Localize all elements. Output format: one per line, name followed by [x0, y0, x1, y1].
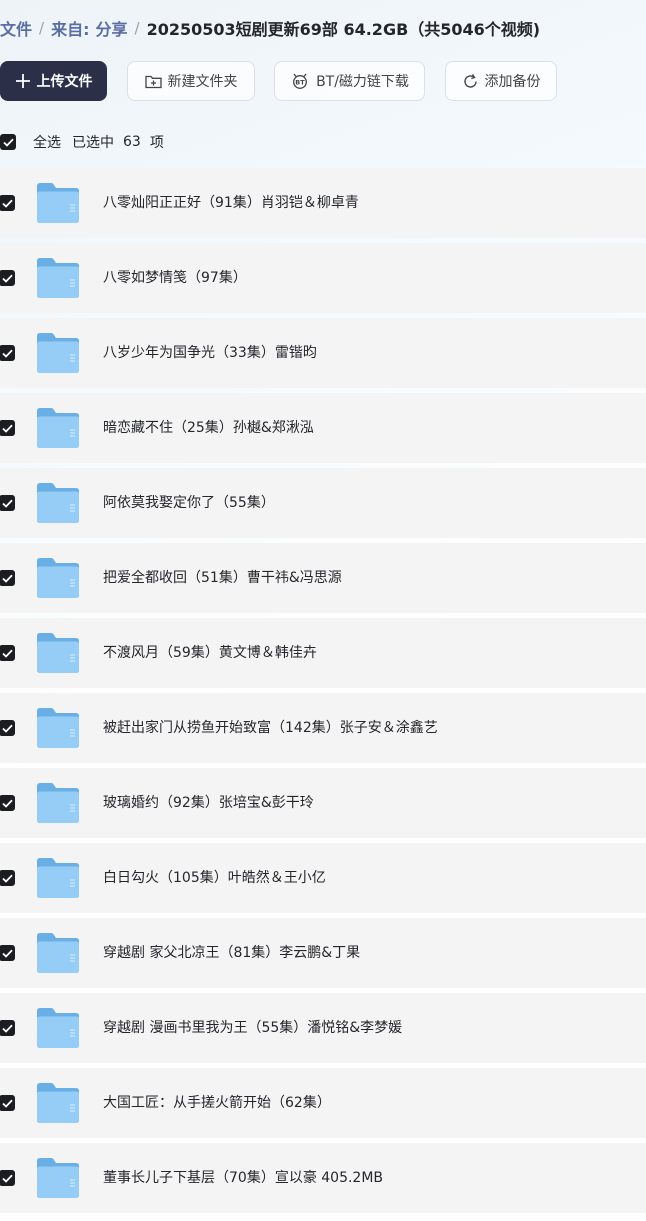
bt-magnet-download-button[interactable]: BT BT/磁力链下载: [274, 61, 425, 101]
file-name: 玻璃婚约（92集）张培宝&彭干玲: [103, 795, 314, 811]
check-icon: [1, 499, 13, 508]
row-checkbox[interactable]: [0, 345, 15, 361]
folder-icon: [37, 183, 79, 223]
row-checkbox[interactable]: [0, 1020, 15, 1036]
bt-icon: BT: [293, 73, 308, 89]
file-row[interactable]: 董事长儿子下基层（70集）宣以豪 405.2MB: [0, 1143, 646, 1213]
row-checkbox[interactable]: [0, 945, 15, 961]
plus-icon: [15, 74, 30, 88]
file-name: 不渡风月（59集）黄文博＆韩佳卉: [103, 645, 317, 661]
check-icon: [1, 799, 13, 808]
file-name: 把爱全都收回（51集）曹干祎&冯思源: [103, 570, 342, 586]
add-backup-button[interactable]: 添加备份: [445, 61, 557, 101]
row-checkbox[interactable]: [0, 570, 15, 586]
check-icon: [1, 274, 13, 283]
file-row[interactable]: 把爱全都收回（51集）曹干祎&冯思源: [0, 543, 646, 613]
check-icon: [1, 349, 13, 358]
breadcrumb-current-folder: 20250503短剧更新69部 64.2GB（共5046个视频): [146, 20, 541, 39]
file-row[interactable]: 八零灿阳正正好（91集）肖羽铠＆柳卓青: [0, 168, 646, 238]
row-checkbox[interactable]: [0, 195, 15, 211]
file-name: 八岁少年为国争光（33集）雷锴昀: [103, 345, 317, 361]
file-row[interactable]: 不渡风月（59集）黄文博＆韩佳卉: [0, 618, 646, 688]
row-checkbox[interactable]: [0, 720, 15, 736]
file-row[interactable]: 八零如梦情笺（97集）: [0, 243, 646, 313]
new-folder-label: 新建文件夹: [167, 74, 238, 90]
folder-icon: [37, 483, 79, 523]
check-icon: [1, 574, 13, 583]
breadcrumb: 文件 / 来自: 分享 / 20250503短剧更新69部 64.2GB（共50…: [0, 10, 540, 46]
file-row[interactable]: 八岁少年为国争光（33集）雷锴昀: [0, 318, 646, 388]
file-name: 白日勾火（105集）叶皓然＆王小亿: [103, 870, 326, 886]
breadcrumb-item-from[interactable]: 来自:: [51, 16, 89, 40]
selected-text: 已选中: [72, 135, 114, 151]
file-row[interactable]: 白日勾火（105集）叶皓然＆王小亿: [0, 843, 646, 913]
folder-icon: [37, 558, 79, 598]
file-row[interactable]: 穿越剧 家父北凉王（81集）李云鹏&丁果: [0, 918, 646, 988]
file-name: 被赶出家门从捞鱼开始致富（142集）张子安＆涂鑫艺: [103, 720, 438, 736]
check-icon: [1, 949, 13, 958]
check-icon: [1, 424, 13, 433]
file-row[interactable]: 大国工匠：从手搓火箭开始（62集）: [0, 1068, 646, 1138]
file-list: 八零灿阳正正好（91集）肖羽铠＆柳卓青 八零如梦情笺（97集） 八岁少年为国争光…: [0, 168, 646, 1218]
check-icon: [1, 874, 13, 883]
svg-text:BT: BT: [295, 79, 305, 87]
row-checkbox[interactable]: [0, 1095, 15, 1111]
breadcrumb-separator: /: [134, 19, 140, 37]
file-row[interactable]: 玻璃婚约（92集）张培宝&彭干玲: [0, 768, 646, 838]
check-icon: [1, 199, 13, 208]
file-row[interactable]: 被赶出家门从捞鱼开始致富（142集）张子安＆涂鑫艺: [0, 693, 646, 763]
folder-icon: [37, 708, 79, 748]
bt-magnet-download-label: BT/磁力链下载: [316, 74, 409, 90]
row-checkbox[interactable]: [0, 870, 15, 886]
file-name: 大国工匠：从手搓火箭开始（62集）: [103, 1095, 331, 1111]
upload-file-button[interactable]: 上传文件: [0, 61, 107, 101]
folder-icon: [37, 1158, 79, 1198]
folder-icon: [37, 258, 79, 298]
breadcrumb-item-share[interactable]: 分享: [95, 16, 127, 40]
file-name: 阿依莫我娶定你了（55集）: [103, 495, 275, 511]
folder-icon: [37, 333, 79, 373]
add-backup-label: 添加备份: [484, 74, 541, 90]
file-name: 穿越剧 漫画书里我为王（55集）潘悦铭&李梦媛: [103, 1020, 403, 1036]
selected-count: 63: [123, 134, 141, 150]
new-folder-icon: [144, 75, 162, 88]
check-icon: [1, 1174, 13, 1183]
select-all-checkbox[interactable]: [0, 134, 16, 150]
selected-unit: 项: [149, 135, 164, 151]
file-name: 暗恋藏不住（25集）孙樾&郑湫泓: [103, 420, 314, 436]
row-checkbox[interactable]: [0, 645, 15, 661]
check-icon: [1, 1024, 13, 1033]
folder-icon: [37, 933, 79, 973]
file-row[interactable]: 阿依莫我娶定你了（55集）: [0, 468, 646, 538]
file-name: 董事长儿子下基层（70集）宣以豪 405.2MB: [103, 1170, 384, 1186]
row-checkbox[interactable]: [0, 795, 15, 811]
file-name: 八零灿阳正正好（91集）肖羽铠＆柳卓青: [103, 195, 359, 211]
selection-bar: 全选 已选中 63 项: [0, 128, 164, 156]
file-row[interactable]: 穿越剧 漫画书里我为王（55集）潘悦铭&李梦媛: [0, 993, 646, 1063]
check-icon: [1, 649, 13, 658]
check-icon: [2, 138, 14, 147]
file-row[interactable]: 暗恋藏不住（25集）孙樾&郑湫泓: [0, 393, 646, 463]
folder-icon: [37, 858, 79, 898]
file-name: 八零如梦情笺（97集）: [103, 270, 247, 286]
breadcrumb-item-files[interactable]: 文件: [0, 16, 32, 40]
sync-icon: [463, 73, 477, 88]
upload-file-label: 上传文件: [36, 74, 93, 90]
folder-icon: [37, 1083, 79, 1123]
file-name: 穿越剧 家父北凉王（81集）李云鹏&丁果: [103, 945, 361, 961]
row-checkbox[interactable]: [0, 1170, 15, 1186]
new-folder-button[interactable]: 新建文件夹: [127, 61, 255, 101]
check-icon: [1, 724, 13, 733]
row-checkbox[interactable]: [0, 270, 15, 286]
check-icon: [1, 1099, 13, 1108]
folder-icon: [37, 633, 79, 673]
row-checkbox[interactable]: [0, 495, 15, 511]
row-checkbox[interactable]: [0, 420, 15, 436]
breadcrumb-separator: /: [39, 19, 45, 37]
folder-icon: [37, 1008, 79, 1048]
select-all-label[interactable]: 全选: [33, 132, 61, 152]
folder-icon: [37, 408, 79, 448]
folder-icon: [37, 783, 79, 823]
